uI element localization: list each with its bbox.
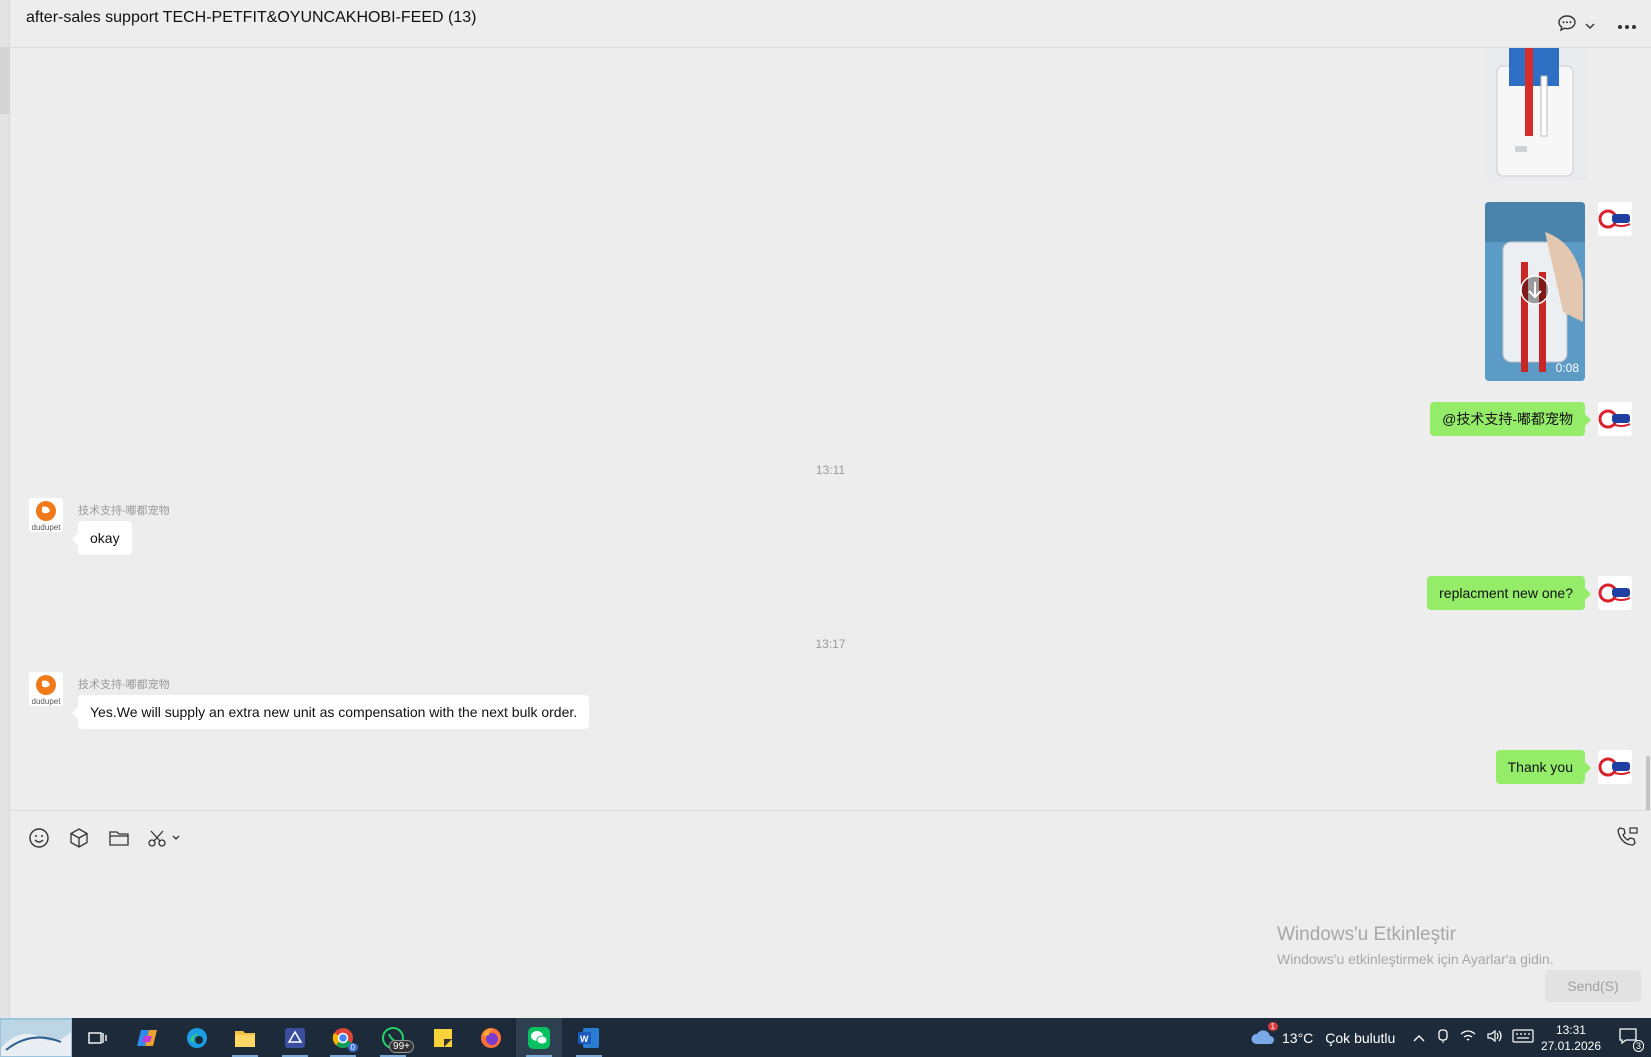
- scrollbar-thumb[interactable]: [1646, 756, 1650, 810]
- image-message[interactable]: [1485, 48, 1585, 180]
- sender-name: 技术支持-嘟都宠物: [78, 505, 170, 517]
- weather-temperature: 13°C: [1282, 1029, 1314, 1046]
- chevron-down-icon[interactable]: [1585, 17, 1595, 35]
- avatar[interactable]: [1598, 576, 1632, 610]
- whatsapp-badge: 99+: [389, 1040, 414, 1053]
- task-view-icon[interactable]: [74, 1018, 120, 1057]
- avatar[interactable]: [1598, 402, 1632, 436]
- volume-icon[interactable]: [1486, 1029, 1502, 1046]
- word-icon[interactable]: W: [566, 1018, 612, 1057]
- avatar-label: dudupet: [31, 523, 61, 532]
- app-icon[interactable]: [272, 1018, 318, 1057]
- svg-text:W: W: [580, 1034, 589, 1044]
- sidebar-strip: [0, 0, 10, 1018]
- outgoing-message[interactable]: Thank you: [1495, 750, 1592, 784]
- chat-header: after-sales support TECH-PETFIT&OYUNCAKH…: [10, 0, 1651, 48]
- send-button[interactable]: Send(S): [1545, 970, 1641, 1002]
- clock-time: 13:31: [1555, 1023, 1586, 1037]
- clock-date: 27.01.2026: [1540, 1039, 1601, 1053]
- voice-call-icon[interactable]: [1615, 825, 1641, 851]
- sender-name: 技术支持-嘟都宠物: [78, 679, 170, 691]
- meet-icon[interactable]: [1436, 1028, 1450, 1047]
- chat-title: after-sales support TECH-PETFIT&OYUNCAKH…: [26, 9, 477, 26]
- chrome-icon[interactable]: 0: [320, 1018, 366, 1057]
- timestamp-separator: 13:11: [815, 463, 846, 477]
- notification-center-button[interactable]: 3: [1611, 1018, 1645, 1057]
- weather-widget[interactable]: 1 13°C Çok bulutlu: [1250, 1018, 1395, 1057]
- more-options-icon[interactable]: [1617, 17, 1637, 35]
- notification-count: 3: [1632, 1040, 1644, 1052]
- incoming-message[interactable]: Yes.We will supply an extra new unit as …: [71, 695, 590, 729]
- chevron-up-icon[interactable]: [1412, 1030, 1426, 1046]
- wifi-icon[interactable]: [1460, 1029, 1476, 1046]
- sticky-notes-icon[interactable]: [420, 1018, 466, 1057]
- avatar[interactable]: [1598, 750, 1632, 784]
- notification-icon: 3: [1618, 1027, 1644, 1052]
- video-message[interactable]: 0:08: [1485, 202, 1585, 381]
- chat-bubble-icon[interactable]: [1557, 14, 1577, 37]
- copilot-icon[interactable]: [124, 1018, 170, 1057]
- outgoing-message[interactable]: @技术支持-嘟都宠物: [1430, 402, 1591, 436]
- start-widget-thumbnail[interactable]: [0, 1018, 72, 1057]
- taskbar: 0 99+ W 1 13°C Çok bulutlu 13:31 27.01.2…: [0, 1018, 1651, 1057]
- avatar[interactable]: [1598, 202, 1632, 236]
- activation-watermark-title: Windows'u Etkinleştir: [1277, 924, 1456, 945]
- file-explorer-icon[interactable]: [222, 1018, 268, 1057]
- firefox-icon[interactable]: [468, 1018, 514, 1057]
- outgoing-message[interactable]: replacment new one?: [1427, 576, 1591, 610]
- avatar-label: dudupet: [31, 697, 61, 706]
- whatsapp-icon[interactable]: 99+: [370, 1018, 416, 1057]
- avatar[interactable]: dudupet: [29, 498, 63, 532]
- video-duration: 0:08: [1555, 361, 1579, 375]
- sidebar-selected-marker: [0, 47, 9, 114]
- system-clock[interactable]: 13:31 27.01.2026: [1541, 1022, 1601, 1054]
- message-list[interactable]: 0:08 @技术支持-嘟都宠物 13:11 dudupet 技术支持-嘟都宠物 …: [10, 48, 1651, 810]
- keyboard-icon[interactable]: [1512, 1029, 1534, 1046]
- scissors-icon[interactable]: [146, 825, 186, 851]
- edge-browser-icon[interactable]: [174, 1018, 220, 1057]
- activation-watermark-subtitle: Windows'u etkinleştirmek için Ayarlar'a …: [1277, 951, 1554, 967]
- cloud-icon: 1: [1250, 1022, 1278, 1049]
- message-input-area[interactable]: [10, 810, 1651, 1019]
- chrome-badge: 0: [347, 1043, 358, 1052]
- wechat-icon[interactable]: [516, 1018, 562, 1057]
- timestamp-separator: 13:17: [815, 637, 846, 651]
- emoji-icon[interactable]: [26, 825, 52, 851]
- incoming-message[interactable]: okay: [72, 521, 132, 555]
- weather-description: Çok bulutlu: [1325, 1029, 1396, 1046]
- folder-icon[interactable]: [106, 825, 132, 851]
- avatar[interactable]: dudupet: [29, 672, 63, 706]
- sticker-box-icon[interactable]: [66, 825, 92, 851]
- weather-alert-badge: 1: [1267, 1022, 1278, 1031]
